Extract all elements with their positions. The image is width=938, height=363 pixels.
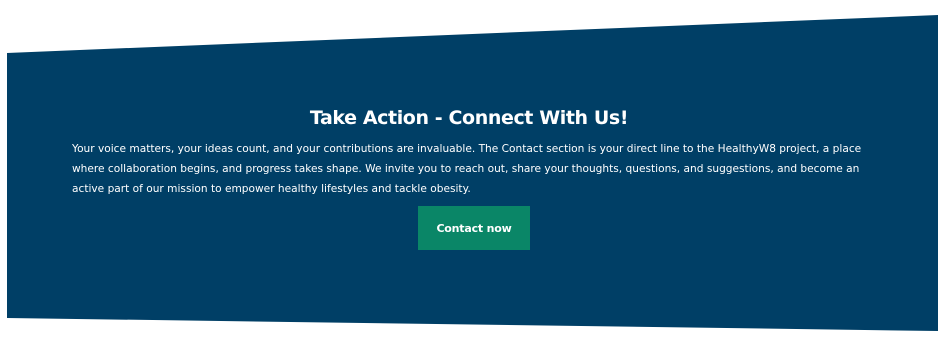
page: Take Action - Connect With Us! Your voic… xyxy=(0,0,938,363)
contact-section: Take Action - Connect With Us! Your voic… xyxy=(0,0,938,363)
section-description: Your voice matters, your ideas count, an… xyxy=(72,143,862,195)
contact-now-button[interactable]: Contact now xyxy=(418,206,530,250)
section-title: Take Action - Connect With Us! xyxy=(309,107,629,129)
